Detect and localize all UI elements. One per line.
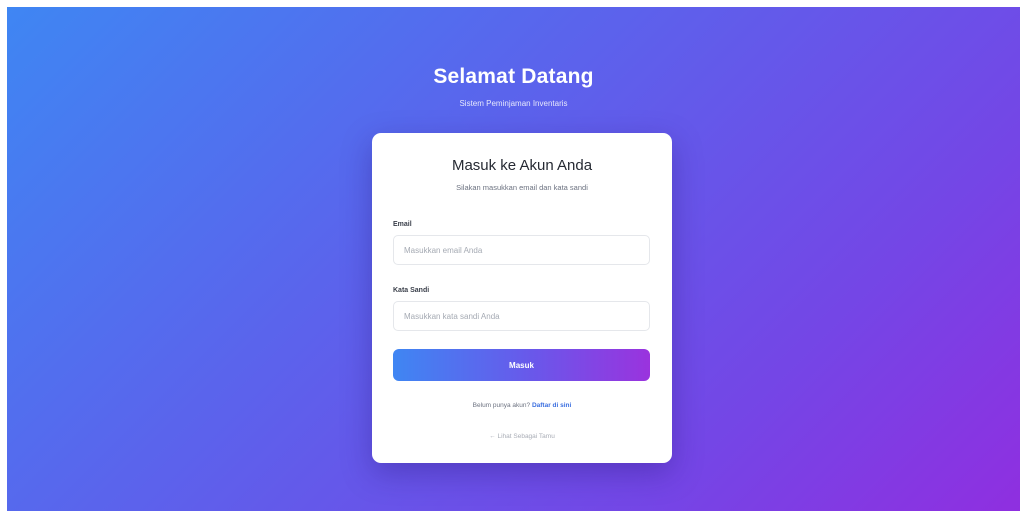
login-button[interactable]: Masuk bbox=[393, 349, 650, 381]
page-title: Selamat Datang bbox=[433, 65, 594, 88]
guest-link[interactable]: ← Lihat Sebagai Tamu bbox=[372, 433, 672, 440]
page-subtitle: Sistem Peminjaman Inventaris bbox=[459, 99, 568, 108]
login-card-subtitle: Silakan masukkan email dan kata sandi bbox=[456, 183, 588, 192]
register-link[interactable]: Daftar di sini bbox=[532, 402, 571, 409]
login-card: Masuk ke Akun Anda Silakan masukkan emai… bbox=[372, 133, 672, 463]
password-label: Kata Sandi bbox=[393, 287, 430, 294]
register-prompt-row: Belum punya akun? Daftar di sini bbox=[372, 402, 672, 409]
password-field[interactable] bbox=[393, 301, 650, 331]
login-background: Selamat Datang Sistem Peminjaman Inventa… bbox=[7, 7, 1020, 511]
email-field[interactable] bbox=[393, 235, 650, 265]
login-card-title: Masuk ke Akun Anda bbox=[451, 157, 593, 174]
email-label: Email bbox=[393, 221, 412, 228]
register-prompt-text: Belum punya akun? bbox=[472, 402, 531, 409]
